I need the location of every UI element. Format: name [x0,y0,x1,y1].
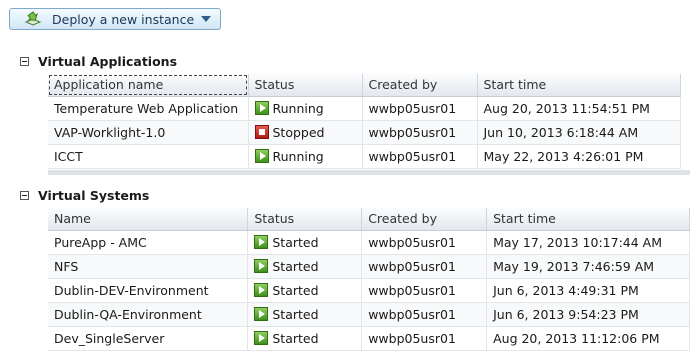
cell-start-time: Aug 20, 2013 11:54:51 PM [477,96,681,121]
column-header-application-name[interactable]: Application name [48,74,249,97]
cell-name[interactable]: Dev_SingleServer [48,326,249,351]
table-row[interactable]: PureApp - AMC Started wwbp05usr01 May 17, 2… [48,230,690,255]
virtual-applications-header: Virtual Applications [20,54,177,69]
table-row[interactable]: VAP-Worklight-1.0 Stopped wwbp05usr01 Jun 1… [48,120,681,145]
cell-status: Stopped [248,120,363,145]
start-icon [254,149,269,163]
cell-name[interactable]: VAP-Worklight-1.0 [48,120,249,145]
virtual-applications-table: Application name Status Created by Start… [48,74,681,169]
column-header-status[interactable]: Status [247,208,363,231]
cell-name[interactable]: PureApp - AMC [48,230,249,255]
cell-status: Started [247,230,363,255]
column-header-created-by[interactable]: Created by [362,74,478,97]
virtual-systems-header: Virtual Systems [20,188,149,203]
cell-status: Running [248,144,363,169]
table-row[interactable]: NFS Started wwbp05usr01 May 19, 2013 7:46:5… [48,254,690,279]
status-text: Started [272,330,319,346]
virtual-applications-title: Virtual Applications [38,54,178,69]
status-text: Running [272,100,324,116]
table-row[interactable]: Dublin-QA-Environment Started wwbp05usr01 J… [48,302,690,327]
cell-created-by: wwbp05usr01 [361,278,488,303]
cell-name[interactable]: ICCT [48,144,249,169]
cell-created-by: wwbp05usr01 [361,302,488,327]
table-row[interactable]: Dublin-DEV-Environment Started wwbp05usr01… [48,278,690,303]
status-text: Stopped [272,124,325,140]
deploy-new-instance-button[interactable]: Deploy a new instance [9,8,221,30]
cell-start-time: Jun 6, 2013 4:49:31 PM [486,278,690,303]
table-bottom-scroll-edge [48,170,690,175]
table-row[interactable]: Temperature Web Application Running wwbp05… [48,96,681,121]
start-icon [254,101,269,115]
cell-start-time: May 19, 2013 7:46:59 AM [486,254,690,279]
status-text: Running [272,148,324,164]
cell-status: Started [247,326,363,351]
cell-start-time: Jun 6, 2013 9:54:23 PM [486,302,690,327]
stop-icon [254,125,269,139]
cell-status: Running [248,96,363,121]
virtual-systems-title: Virtual Systems [38,188,150,203]
cell-start-time: May 22, 2013 4:26:01 PM [477,144,681,169]
status-text: Started [272,282,319,298]
cell-start-time: May 17, 2013 10:17:44 AM [486,230,690,255]
cell-name[interactable]: Temperature Web Application [48,96,249,121]
cell-created-by: wwbp05usr01 [362,120,478,145]
start-icon [254,283,269,297]
cell-created-by: wwbp05usr01 [361,230,488,255]
cell-created-by: wwbp05usr01 [361,254,488,279]
status-text: Started [272,258,319,274]
status-text: Started [272,306,319,322]
collapse-virtual-systems-icon[interactable] [20,191,29,200]
virtual-systems-table: Name Status Created by Start time PureAp… [48,208,690,351]
cell-status: Started [247,278,363,303]
start-icon [254,259,269,273]
column-header-start-time[interactable]: Start time [486,208,690,231]
column-header-status[interactable]: Status [248,74,363,97]
cell-created-by: wwbp05usr01 [361,326,488,351]
cell-name[interactable]: Dublin-DEV-Environment [48,278,249,303]
cell-status: Started [247,302,363,327]
cell-start-time: Aug 20, 2013 11:12:06 PM [486,326,690,351]
column-header-name[interactable]: Name [48,208,249,231]
column-header-created-by[interactable]: Created by [361,208,488,231]
status-text: Started [272,234,319,250]
cell-created-by: wwbp05usr01 [362,144,478,169]
start-icon [254,307,269,321]
cell-name[interactable]: Dublin-QA-Environment [48,302,249,327]
table-row[interactable]: Dev_SingleServer Started wwbp05usr01 Aug 20… [48,326,690,351]
deploy-button-label: Deploy a new instance [52,11,195,27]
collapse-virtual-applications-icon[interactable] [20,57,29,66]
chevron-down-icon[interactable] [201,16,212,22]
start-icon [254,235,269,249]
start-icon [254,331,269,345]
cell-created-by: wwbp05usr01 [362,96,478,121]
cell-name[interactable]: NFS [48,254,249,279]
cell-status: Started [247,254,363,279]
cell-start-time: Jun 10, 2013 6:18:44 AM [477,120,681,145]
column-header-start-time[interactable]: Start time [477,74,681,97]
deploy-icon [24,11,42,26]
table-row[interactable]: ICCT Running wwbp05usr01 May 22, 2013 4:26:… [48,144,681,169]
